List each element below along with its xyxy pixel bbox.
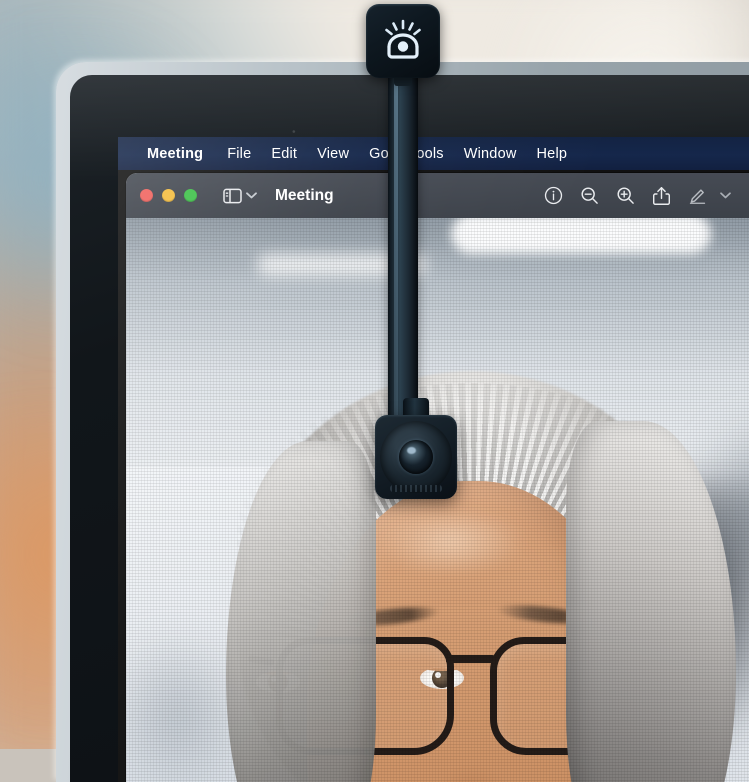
laptop-screen: Meeting File Edit View Go Tools Window H… — [118, 137, 749, 782]
window-titlebar: Meeting — [126, 173, 749, 219]
nose — [424, 762, 520, 782]
maximize-button[interactable] — [184, 189, 197, 202]
markup-pen-icon[interactable] — [683, 183, 711, 209]
hair-front-right — [566, 420, 736, 782]
forehead-highlight — [374, 505, 525, 576]
markup-chevron-down-icon[interactable] — [720, 192, 736, 199]
video-participant-figure — [192, 370, 749, 782]
minimize-button[interactable] — [162, 189, 175, 202]
menu-item-go[interactable]: Go — [369, 146, 389, 162]
zoom-out-icon[interactable] — [575, 183, 603, 209]
zoom-in-icon[interactable] — [611, 183, 639, 209]
ceiling-light-2 — [257, 254, 428, 276]
ceiling-light-1 — [451, 218, 712, 254]
menu-item-meeting[interactable]: Meeting — [147, 146, 203, 162]
meeting-video-area — [126, 218, 749, 782]
window-title: Meeting — [275, 186, 334, 204]
laptop-bezel: Meeting File Edit View Go Tools Window H… — [70, 75, 749, 782]
share-icon[interactable] — [647, 183, 675, 209]
menu-item-view[interactable]: View — [317, 146, 349, 162]
sidebar-chevron-down-icon[interactable] — [246, 192, 262, 199]
window-toolbar-right — [539, 183, 749, 209]
menu-item-tools[interactable]: Tools — [409, 146, 444, 162]
macos-menu-bar: Meeting File Edit View Go Tools Window H… — [118, 137, 749, 170]
traffic-lights — [140, 189, 197, 202]
meeting-window: Meeting — [126, 173, 749, 782]
sidebar-toggle-icon[interactable] — [219, 183, 245, 209]
menu-item-edit[interactable]: Edit — [271, 146, 297, 162]
menu-item-file[interactable]: File — [227, 146, 251, 162]
laptop-device: Meeting File Edit View Go Tools Window H… — [56, 62, 749, 782]
rotate-icon[interactable] — [744, 183, 749, 209]
menu-item-window[interactable]: Window — [464, 146, 517, 162]
glasses-bridge — [446, 654, 498, 663]
info-icon[interactable] — [539, 183, 567, 209]
participant-video — [126, 218, 749, 782]
close-button[interactable] — [140, 189, 153, 202]
menu-item-help[interactable]: Help — [537, 146, 568, 162]
